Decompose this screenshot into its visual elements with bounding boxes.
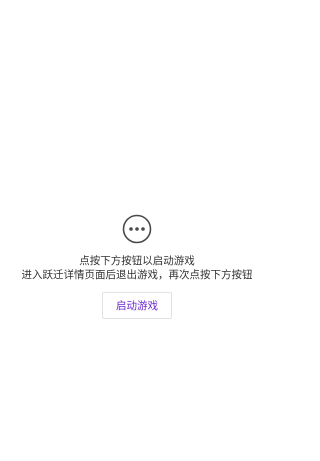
instruction-line-1: 点按下方按钮以启动游戏 [79,255,195,267]
start-game-button[interactable]: 启动游戏 [102,292,172,319]
launch-panel: 点按下方按钮以启动游戏 进入跃迁详情页面后退出游戏，再次点按下方按钮 启动游戏 [0,214,274,319]
instruction-text: 点按下方按钮以启动游戏 进入跃迁详情页面后退出游戏，再次点按下方按钮 [22,254,253,282]
instruction-line-2: 进入跃迁详情页面后退出游戏，再次点按下方按钮 [21,269,253,281]
more-dots-circle-icon [122,214,152,244]
